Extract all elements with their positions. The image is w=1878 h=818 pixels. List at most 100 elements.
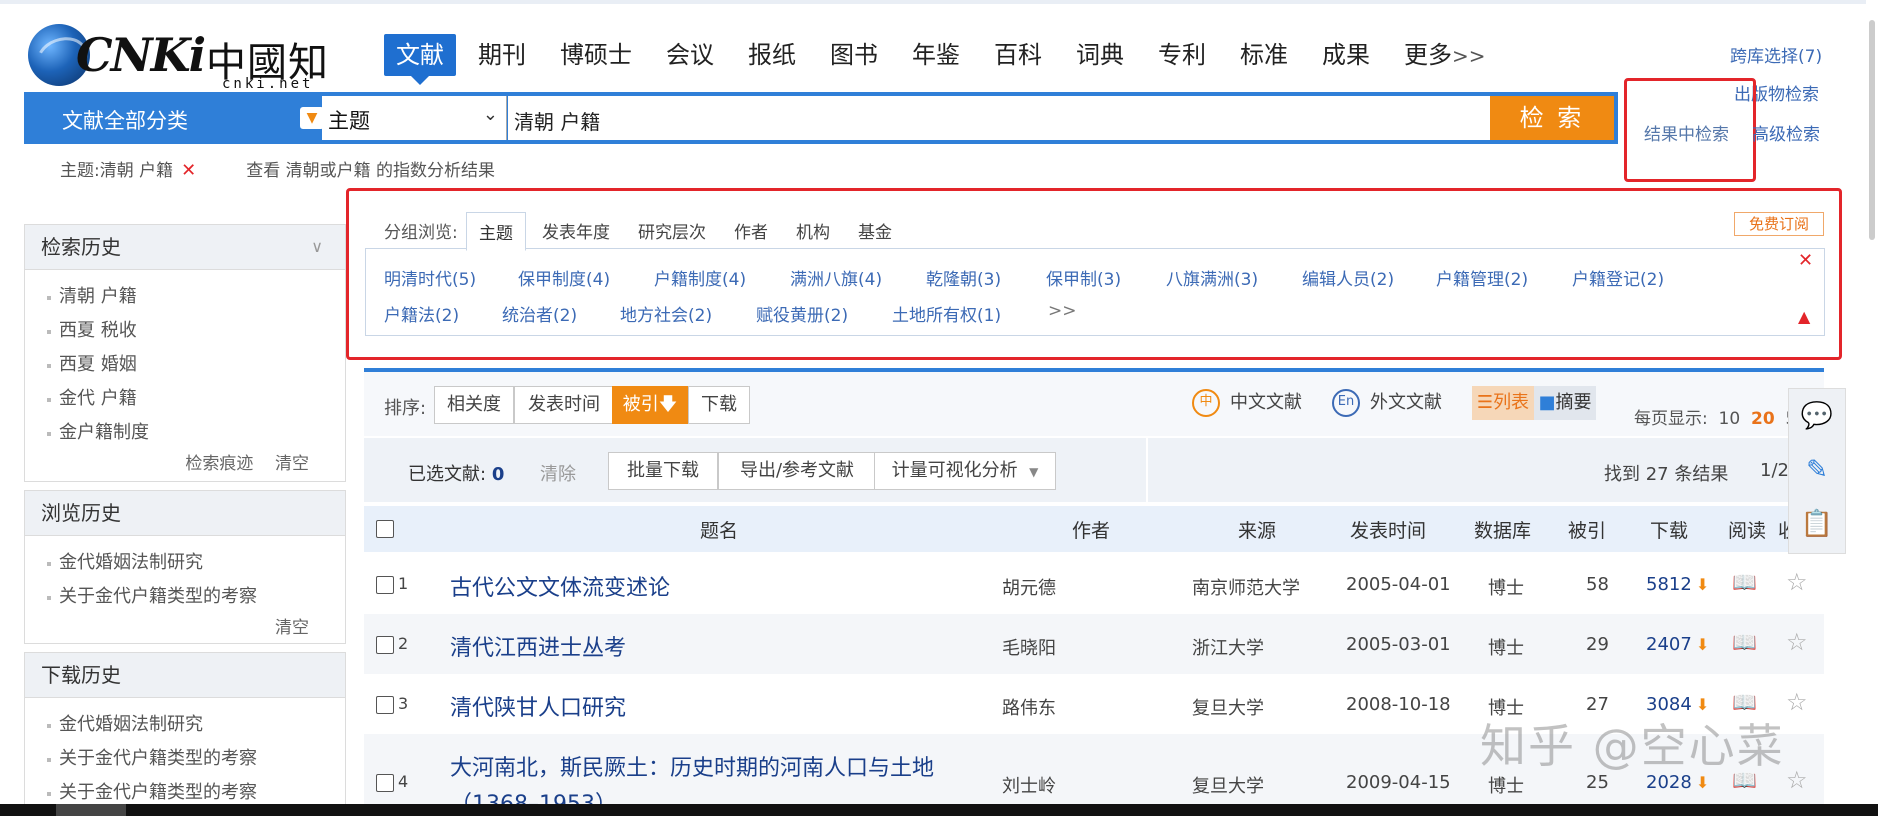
read-book-icon[interactable]: 📖 [1732,630,1757,654]
history-item[interactable]: 金代婚姻法制研究 [47,546,345,580]
row-source-link[interactable]: 复旦大学 [1192,694,1264,720]
group-item[interactable]: 户籍管理(2) [1436,265,1528,290]
row-author-link[interactable]: 胡元德 [1002,574,1056,600]
per-page-10[interactable]: 10 [1719,409,1741,429]
row-download-link[interactable]: 5812 ⬇ [1646,574,1709,595]
scrollbar-thumb[interactable] [1869,20,1875,240]
group-item[interactable]: 八旗满洲(3) [1166,265,1258,290]
visual-analysis-dropdown[interactable]: 计量可视化分析 ▼ [874,452,1056,490]
tab-books[interactable]: 图书 [818,34,890,76]
row-checkbox[interactable] [376,636,394,654]
search-field-select[interactable]: 主题 ⌄ [322,96,507,140]
search-trace-link[interactable]: 检索痕迹 [185,454,253,474]
clear-browse-history-link[interactable]: 清空 [275,618,309,638]
clear-search-history-link[interactable]: 清空 [275,454,309,474]
tab-more[interactable]: 更多>> [1392,34,1498,76]
tab-encyclopedia[interactable]: 百科 [982,34,1054,76]
group-tab-author[interactable]: 作者 [722,212,780,251]
row-cited-link[interactable]: 29 [1586,634,1609,655]
column-date[interactable]: 发表时间 [1350,516,1426,543]
group-item[interactable]: 赋役黄册(2) [756,301,848,326]
read-book-icon[interactable]: 📖 [1732,570,1757,594]
column-source[interactable]: 来源 [1238,516,1276,543]
tab-yearbooks[interactable]: 年鉴 [900,34,972,76]
sort-cited-button[interactable]: 被引🡇 [612,386,688,424]
history-item[interactable]: 关于金代户籍类型的考察 [47,742,345,776]
tab-dictionary[interactable]: 词典 [1064,34,1136,76]
tab-newspapers[interactable]: 报纸 [736,34,808,76]
batch-download-button[interactable]: 批量下载 [608,452,718,490]
index-analysis-link[interactable]: 查看 清朝或户籍 的指数分析结果 [246,161,495,181]
group-item[interactable]: 编辑人员(2) [1302,265,1394,290]
history-item[interactable]: 关于金代户籍类型的考察 [47,580,345,614]
group-item[interactable]: 统治者(2) [502,301,577,326]
row-title-link[interactable]: 古代公文文体流变述论 [450,570,670,602]
chinese-docs-toggle[interactable]: 中中文文献 [1192,388,1302,417]
collapse-icon[interactable]: ∨ [311,225,323,269]
history-item[interactable]: 西夏 婚姻 [47,348,345,382]
group-item[interactable]: 保甲制(3) [1046,265,1121,290]
row-author-link[interactable]: 路伟东 [1002,694,1056,720]
category-dropdown[interactable]: 文献全部分类 ▼ [24,92,342,144]
row-download-link[interactable]: 2407 ⬇ [1646,634,1709,655]
view-list-button[interactable]: ☰列表 [1472,386,1534,420]
tab-achievements[interactable]: 成果 [1310,34,1382,76]
group-tab-level[interactable]: 研究层次 [626,212,718,251]
advanced-search-link[interactable]: 高级检索 [1752,120,1820,145]
group-item[interactable]: 土地所有权(1) [892,301,1001,326]
close-icon[interactable]: ✕ [1798,250,1813,271]
row-source-link[interactable]: 南京师范大学 [1192,574,1300,600]
group-item[interactable]: 保甲制度(4) [518,265,610,290]
row-title-link[interactable]: 清代陕甘人口研究 [450,690,626,722]
tab-journals[interactable]: 期刊 [466,34,538,76]
search-history-header[interactable]: 检索历史 ∨ [25,225,345,270]
group-item[interactable]: 满洲八旗(4) [790,265,882,290]
group-item[interactable]: 乾隆朝(3) [926,265,1001,290]
group-item[interactable]: 户籍制度(4) [654,265,746,290]
sort-relevance-button[interactable]: 相关度 [434,386,514,424]
row-cited-link[interactable]: 58 [1586,574,1609,595]
group-item[interactable]: 明清时代(5) [384,265,476,290]
sort-download-button[interactable]: 下载 [688,386,750,424]
select-all-checkbox[interactable] [376,520,394,538]
group-more-link[interactable]: >> [1048,301,1077,321]
row-checkbox[interactable] [376,774,394,792]
trend-chart-icon[interactable]: ▲ [1798,307,1810,326]
clear-selection-link[interactable]: 清除 [540,460,576,486]
history-item[interactable]: 金户籍制度 [47,416,345,450]
search-input[interactable]: 清朝 户籍 [508,96,1490,140]
tab-conferences[interactable]: 会议 [654,34,726,76]
column-database[interactable]: 数据库 [1474,516,1531,543]
row-checkbox[interactable] [376,696,394,714]
column-author[interactable]: 作者 [1072,516,1110,543]
row-author-link[interactable]: 刘士岭 [1002,772,1056,798]
row-title-link[interactable]: 清代江西进士丛考 [450,630,626,662]
favorite-star-icon[interactable]: ☆ [1786,628,1808,656]
column-downloads[interactable]: 下载 [1650,516,1688,543]
row-source-link[interactable]: 复旦大学 [1192,772,1264,798]
cross-db-select-link[interactable]: 跨库选择(7) [1730,42,1822,67]
group-item[interactable]: 户籍法(2) [384,301,459,326]
row-checkbox[interactable] [376,576,394,594]
column-cited[interactable]: 被引 [1568,516,1606,543]
column-title[interactable]: 题名 [700,516,738,543]
notebook-icon[interactable]: 📋 [1789,497,1845,551]
row-source-link[interactable]: 浙江大学 [1192,634,1264,660]
search-in-results-link[interactable]: 结果中检索 [1644,120,1729,145]
view-abstract-button[interactable]: ■摘要 [1534,386,1596,420]
tab-patents[interactable]: 专利 [1146,34,1218,76]
history-item[interactable]: 金代婚姻法制研究 [47,708,345,742]
row-author-link[interactable]: 毛晓阳 [1002,634,1056,660]
cnki-logo[interactable]: CNKi 中國知網 cnki.net [28,18,338,144]
free-subscribe-button[interactable]: 免费订阅 [1734,212,1824,236]
foreign-docs-toggle[interactable]: En 外文文献 [1332,388,1442,417]
feedback-bubble-icon[interactable]: 💬 [1789,389,1845,443]
sort-date-button[interactable]: 发表时间 [514,386,614,424]
group-tab-institution[interactable]: 机构 [784,212,842,251]
tab-literature[interactable]: 文献 [384,34,456,85]
tab-standards[interactable]: 标准 [1228,34,1300,76]
group-item[interactable]: 地方社会(2) [620,301,712,326]
edit-pencil-icon[interactable]: ✎ [1789,443,1845,497]
per-page-20[interactable]: 20 [1751,409,1775,429]
group-tab-year[interactable]: 发表年度 [530,212,622,251]
